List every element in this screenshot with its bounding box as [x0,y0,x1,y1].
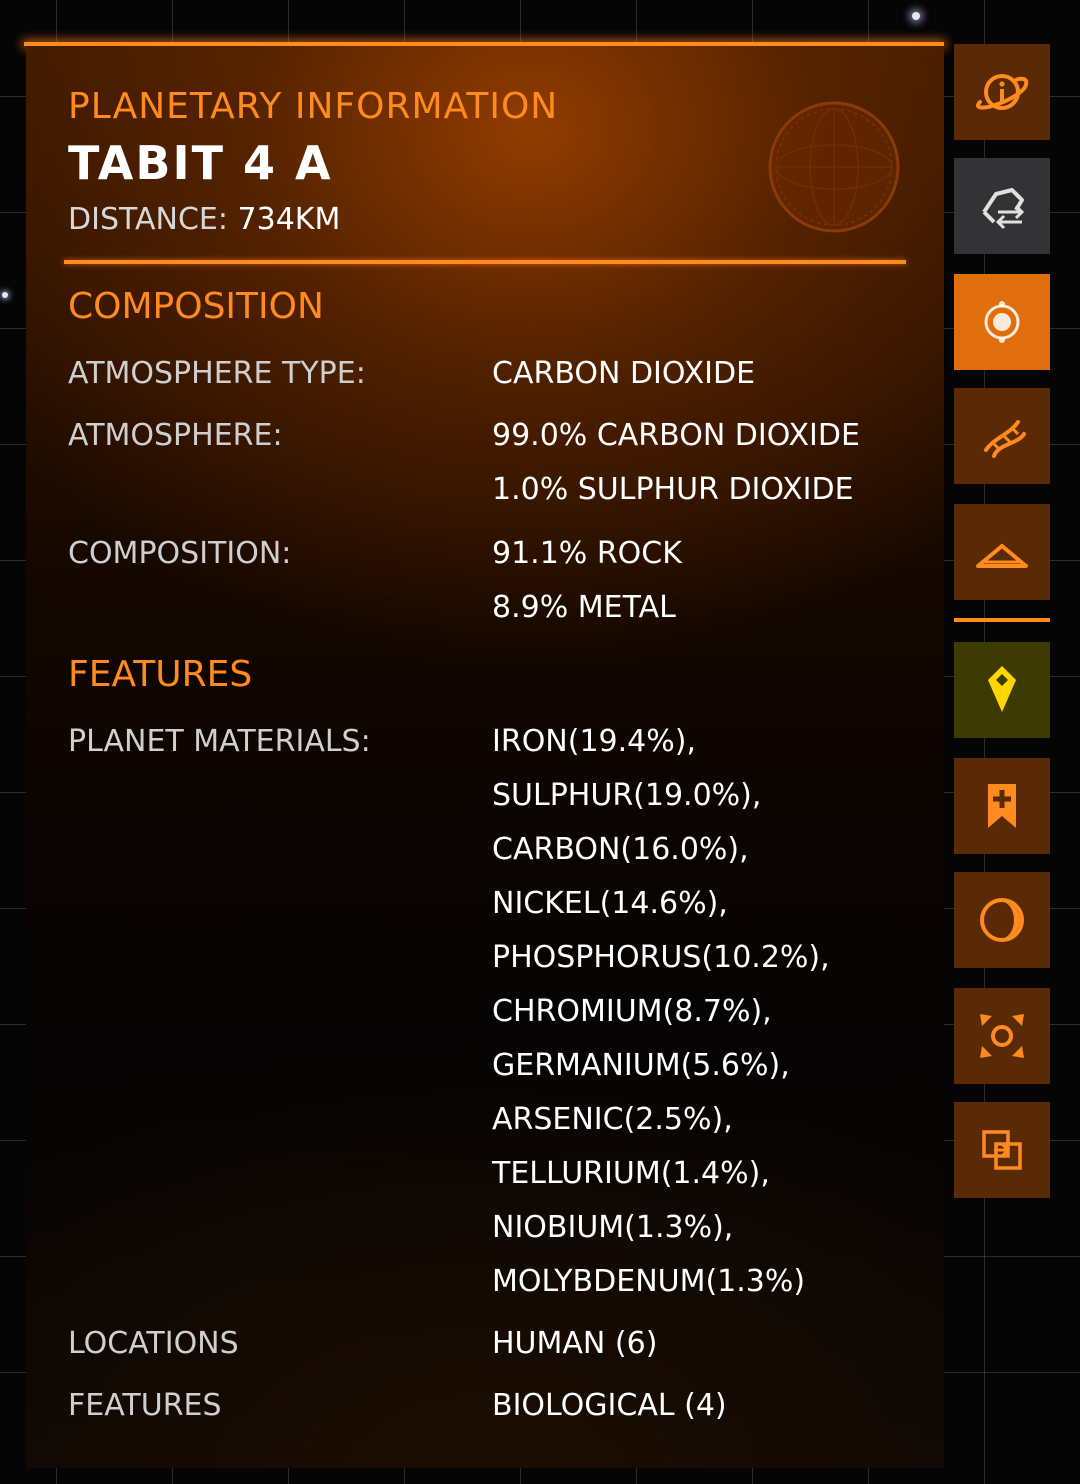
biology-button[interactable] [954,388,1050,484]
material-item: NICKEL(14.6%), [492,886,728,921]
material-item: TELLURIUM(1.4%), [492,1156,770,1191]
material-item: SULPHUR(19.0%), [492,778,762,813]
dna-icon [984,420,1026,458]
planet-swap-button[interactable] [954,158,1050,254]
location-marker-button[interactable] [954,642,1050,738]
atmosphere-value: 1.0% SULPHUR DIOXIDE [492,472,854,507]
sidebar-divider [954,618,1050,622]
distance-row: DISTANCE: 734KM [68,202,340,237]
atmosphere-value: 99.0% CARBON DIOXIDE [492,418,860,453]
planet-globe-icon [768,101,900,233]
window-switch-icon [982,1130,1022,1170]
material-item: ARSENIC(2.5%), [492,1102,733,1137]
features-label: FEATURES [68,1388,222,1423]
planet-materials-label: PLANET MATERIALS: [68,724,371,759]
surface-scan-button[interactable] [954,504,1050,600]
eclipse-button[interactable] [954,872,1050,968]
planet-info-icon [976,74,1029,110]
planetary-info-panel: PLANETARY INFORMATION TABIT 4 A DISTANCE… [26,46,944,1468]
planet-info-button[interactable] [954,44,1050,140]
window-switch-button[interactable] [954,1102,1050,1198]
material-item: CARBON(16.0%), [492,832,749,867]
star [912,12,920,20]
header-divider [64,260,906,264]
planet-name: TABIT 4 A [68,136,333,190]
composition-value: 8.9% METAL [492,590,676,625]
locations-value: HUMAN (6) [492,1326,658,1361]
locations-label: LOCATIONS [68,1326,239,1361]
target-icon [984,301,1020,343]
distance-label: DISTANCE: [68,202,228,237]
location-marker-icon [988,666,1016,712]
features-value: BIOLOGICAL (4) [492,1388,727,1423]
features-heading: FEATURES [68,654,253,695]
focus-button[interactable] [954,988,1050,1084]
composition-value: 91.1% ROCK [492,536,682,571]
planet-swap-icon [982,188,1025,230]
material-item: PHOSPHORUS(10.2%), [492,940,830,975]
panel-title: PLANETARY INFORMATION [68,86,559,127]
atmosphere-type-label: ATMOSPHERE TYPE: [68,356,366,391]
composition-heading: COMPOSITION [68,286,324,327]
bookmark-add-button[interactable] [954,758,1050,854]
bookmark-add-icon [988,784,1016,828]
surface-scan-icon [976,544,1028,568]
material-item: IRON(19.4%), [492,724,696,759]
material-item: MOLYBDENUM(1.3%) [492,1264,806,1299]
distance-value: 734KM [237,202,341,237]
material-item: GERMANIUM(5.6%), [492,1048,790,1083]
star [2,292,8,298]
eclipse-icon [980,898,1024,942]
composition-label: COMPOSITION: [68,536,292,571]
material-item: NIOBIUM(1.3%), [492,1210,734,1245]
target-button[interactable] [954,274,1050,370]
material-item: CHROMIUM(8.7%), [492,994,772,1029]
focus-icon [980,1014,1024,1058]
atmosphere-label: ATMOSPHERE: [68,418,283,453]
atmosphere-type-value: CARBON DIOXIDE [492,356,756,391]
